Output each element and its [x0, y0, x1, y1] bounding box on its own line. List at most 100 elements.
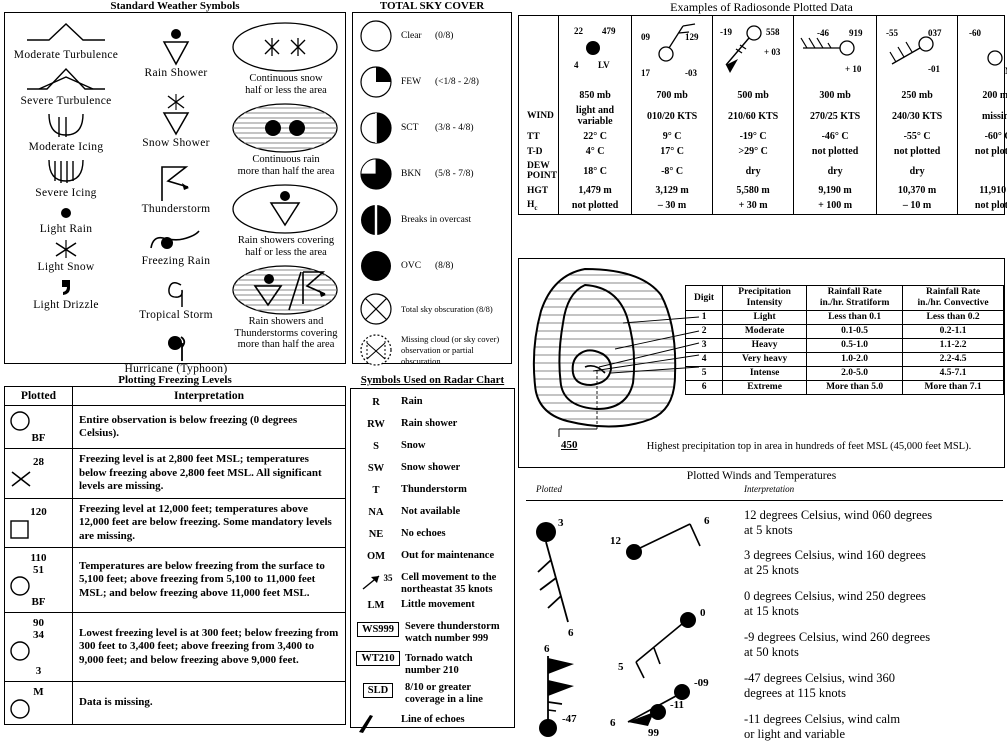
radiosonde-tt: -46° C	[793, 129, 878, 144]
radiosonde-tt: 9° C	[631, 129, 714, 144]
precip-header-stratiform: Rainfall Rate in./hr. Stratiform	[806, 285, 904, 311]
wind-interp-neg47: -47 degrees Celsius, wind 360 degrees at…	[744, 671, 896, 700]
radiosonde-hc: – 30 m	[631, 198, 714, 214]
radiosonde-dew: dry	[712, 159, 795, 183]
sky-sct-fraction: (3/8 - 4/8)	[435, 123, 474, 133]
radar-desc: No echoes	[401, 528, 446, 539]
svg-text:-55: -55	[886, 28, 898, 38]
radiosonde-row-label-hgt: HGT	[519, 183, 560, 198]
moderate-turbulence-icon	[11, 17, 121, 49]
radar-code: NE	[368, 529, 384, 540]
freezing-plot-m: M	[4, 681, 73, 725]
freezing-interp: Temperatures are below freezing from the…	[72, 547, 346, 613]
sky-cover-row: SCT (3/8 - 4/8)	[353, 105, 511, 151]
radar-code-wt210: WT210	[356, 651, 400, 666]
precip-convective: 4.5-7.1	[902, 366, 1004, 381]
radiosonde-tt: -19° C	[712, 129, 795, 144]
precipitation-table-wrapper: Digit Precipitation Intensity Rainfall R…	[684, 285, 1004, 395]
precip-convective: 0.2-1.1	[902, 324, 1004, 339]
radar-desc: Little movement	[401, 599, 475, 610]
panel-title-plotted-winds: Plotted Winds and Temperatures	[686, 470, 837, 482]
freezing-plot-90-34: 90 34 3	[4, 612, 73, 682]
wind-interp-3c: 3 degrees Celsius, wind 160 degrees at 2…	[744, 548, 926, 577]
radar-code-sld: SLD	[362, 683, 394, 698]
sky-cover-row: Breaks in overcast	[353, 197, 511, 243]
symbol-freezing-rain: Freezing Rain	[121, 227, 231, 267]
sky-cover-row: OVC (8/8)	[353, 243, 511, 289]
radar-desc: Out for maintenance	[401, 550, 495, 561]
svg-text:6: 6	[568, 627, 574, 639]
radar-code: OM	[366, 551, 386, 562]
panel-title-weather-symbols: Standard Weather Symbols	[110, 0, 240, 12]
radiosonde-wind: missing	[957, 103, 1007, 129]
radiosonde-level: 200 mb	[957, 88, 1007, 103]
total-sky-cover-panel: TOTAL SKY COVER Clear (0/8) FEW (<1/8 - 2/…	[352, 0, 512, 372]
precip-intensity: Extreme	[722, 380, 808, 395]
severe-icing-icon	[11, 155, 121, 187]
radar-echo-precipitation-panel: 450 Digit Precipitation Intensity Rainfa…	[518, 258, 1005, 468]
rain-showers-thunderstorms-icon	[227, 264, 345, 316]
sky-cover-row: FEW (<1/8 - 2/8)	[353, 59, 511, 105]
freezing-plot-value: 34	[33, 629, 44, 641]
precip-digit: 2	[684, 324, 724, 339]
freezing-plot-value: BF	[31, 596, 46, 608]
radiosonde-hc: + 30 m	[712, 198, 795, 214]
radar-code: 35	[383, 573, 393, 583]
radar-desc: Rain	[401, 396, 423, 407]
svg-text:-47: -47	[562, 713, 577, 725]
freezing-rain-icon	[121, 227, 231, 255]
table-row: 2 Moderate 0.1-0.5 0.2-1.1	[684, 324, 1004, 339]
symbol-light-drizzle: Light Drizzle	[11, 275, 121, 311]
precip-convective: 1.1-2.2	[902, 338, 1004, 353]
list-item: WS999 Severe thunderstorm watch number 9…	[351, 621, 514, 644]
sky-sct-icon	[359, 111, 393, 145]
precip-intensity: Very heavy	[722, 352, 808, 367]
light-rain-icon	[11, 201, 121, 223]
table-row: 28 Freezing level is at 2,800 feet MSL; …	[4, 448, 346, 499]
radiosonde-row-label-tt: TT	[519, 129, 560, 144]
wind-interp-12c: 12 degrees Celsius, wind 060 degrees at …	[744, 508, 933, 537]
sky-few-code: FEW	[401, 77, 422, 87]
rain-shower-icon	[121, 27, 231, 67]
freezing-plot-28: 28	[4, 448, 73, 499]
freezing-plot-value: 110	[30, 552, 47, 564]
precip-digit: 6	[684, 380, 724, 395]
svg-text:037: 037	[928, 28, 942, 38]
symbol-snow-shower: Snow Shower	[121, 93, 231, 149]
list-item: NA Not available	[351, 506, 514, 523]
svg-text:12: 12	[610, 535, 622, 547]
radiosonde-row-label-dew: DEW POINT	[519, 159, 560, 183]
radiosonde-level: 300 mb	[793, 88, 878, 103]
radiosonde-hgt: 5,580 m	[712, 183, 795, 198]
sky-bkn-code: BKN	[401, 169, 422, 179]
radiosonde-level: 500 mb	[712, 88, 795, 103]
svg-text:6: 6	[704, 515, 710, 527]
sky-total-obscuration-icon	[359, 292, 393, 326]
radiosonde-wind-row: WIND light and variable 010/20 KTS 210/6…	[519, 103, 1007, 129]
table-row: 90 34 3 Lowest freezing level is at 300 …	[4, 612, 346, 682]
freezing-plot-value: 51	[33, 564, 44, 576]
radiosonde-table-wrapper: 22 479 4 LV 09 129 17 -03 -19 558 + 03 -…	[518, 15, 1007, 215]
svg-text:558: 558	[766, 27, 780, 37]
precip-intensity: Moderate	[722, 324, 808, 339]
radiosonde-hgt: 3,129 m	[631, 183, 714, 198]
symbol-severe-turbulence: Severe Turbulence	[11, 63, 121, 107]
standard-weather-symbols-panel: Standard Weather Symbols Moderate Turbul…	[4, 0, 346, 375]
sky-cover-row: BKN (5/8 - 7/8)	[353, 151, 511, 197]
rain-showers-half-icon	[227, 183, 345, 235]
continuous-rain-more-icon	[227, 102, 345, 154]
table-row: 5 Intense 2.0-5.0 4.5-7.1	[684, 366, 1004, 381]
circle-icon	[10, 411, 30, 431]
radiosonde-td: not plotted	[957, 144, 1007, 159]
freezing-plot-value: 28	[33, 456, 44, 469]
symbol-thunderstorm: Thunderstorm	[121, 163, 231, 215]
precip-convective: 2.2-4.5	[902, 352, 1004, 367]
radiosonde-hc-subscript: c	[534, 203, 538, 212]
precip-stratiform: Less than 0.1	[806, 310, 904, 325]
radiosonde-tt: -60° C	[957, 129, 1007, 144]
radar-desc: Severe thunderstorm watch number 999	[405, 621, 500, 644]
table-row: 1 Light Less than 0.1 Less than 0.2	[684, 310, 1004, 325]
list-item: OM Out for maintenance	[351, 550, 514, 567]
radar-desc: Tornado watch number 210	[405, 653, 473, 676]
total-sky-cover-body: Clear (0/8) FEW (<1/8 - 2/8) SCT (3/8 - 4/8…	[352, 12, 512, 366]
